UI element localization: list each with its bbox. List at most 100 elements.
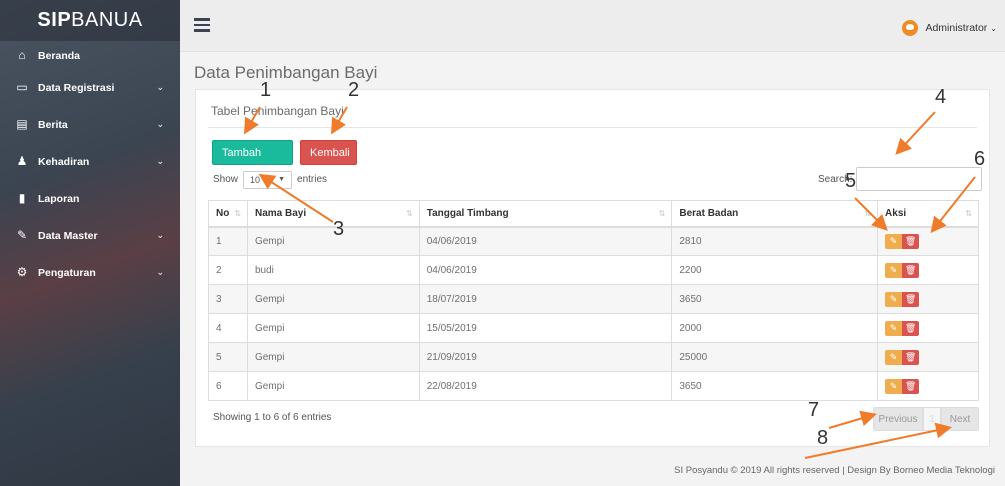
column-header-label: No (216, 207, 230, 219)
cell-no: 5 (208, 342, 248, 372)
edit-button[interactable]: ✎ (885, 349, 903, 365)
cell-berat-badan: 25000 (671, 342, 879, 372)
page-number-button[interactable]: 1 (923, 407, 941, 431)
brand-logo[interactable]: SIPBANUA (0, 0, 180, 41)
sidebar-item-pengaturan[interactable]: ⚙ Pengaturan ⌄ (0, 254, 180, 291)
cell-tanggal-timbang: 18/07/2019 (418, 284, 673, 314)
sidebar-menu: ⌂ Beranda ▭ Data Registrasi ⌄ ▤ Berita ⌄ ♟ Keh… (0, 41, 180, 291)
cell-nama-bayi: Gempi (246, 313, 420, 343)
back-button[interactable]: Kembali (300, 140, 357, 165)
avatar (902, 20, 919, 36)
users-icon: ♟ (16, 154, 28, 168)
gear-icon: ⚙ (16, 265, 28, 279)
trash-icon: 🗑 (904, 264, 917, 275)
column-header-label: Nama Bayi (254, 207, 307, 219)
delete-button[interactable]: 🗑 (902, 291, 920, 307)
edit-button[interactable]: ✎ (885, 320, 903, 336)
search-input[interactable] (856, 167, 983, 191)
sidebar-item-data-master[interactable]: ✎ Data Master ⌄ (0, 217, 180, 254)
cell-berat-badan: 2000 (671, 313, 879, 343)
cell-nama-bayi: Gempi (246, 371, 420, 401)
brand-rest: BANUA (71, 9, 143, 31)
sidebar-item-label: Data Registrasi (38, 82, 115, 94)
edit-button[interactable]: ✎ (885, 291, 903, 307)
cell-nama-bayi: budi (246, 255, 420, 285)
brand-bold: SIP (37, 9, 72, 31)
table-row: 1 Gempi 04/06/2019 2810 ✎ 🗑 (208, 226, 979, 256)
cell-no: 4 (208, 313, 248, 343)
sidebar-item-beranda[interactable]: ⌂ Beranda (0, 41, 180, 69)
entries-select[interactable]: 10 ▼ (243, 171, 293, 189)
table-row: 5 Gempi 21/09/2019 25000 ✎ 🗑 (208, 342, 979, 372)
cell-nama-bayi: Gempi (246, 284, 420, 314)
show-label: Show (213, 174, 239, 185)
trash-icon: 🗑 (904, 380, 917, 391)
trash-icon: 🗑 (904, 293, 917, 304)
sort-asc-icon: ⇅ (234, 209, 241, 218)
cell-no: 2 (208, 255, 248, 285)
chevron-down-icon: ⌄ (156, 82, 164, 92)
pencil-icon: ✎ (889, 322, 898, 333)
delete-button[interactable]: 🗑 (902, 233, 920, 249)
column-header-label: Tanggal Timbang (426, 207, 509, 219)
annotation-label-1: 1 (260, 79, 272, 101)
chevron-down-icon: ⌄ (156, 230, 164, 240)
delete-button[interactable]: 🗑 (902, 378, 920, 394)
sidebar-item-laporan[interactable]: ▮ Laporan (0, 180, 180, 217)
cell-tanggal-timbang: 04/06/2019 (418, 226, 673, 256)
delete-button[interactable]: 🗑 (902, 320, 920, 336)
user-name: Administrator (925, 22, 988, 34)
entries-label: entries (297, 174, 328, 185)
sidebar: SIPBANUA ⌂ Beranda ▭ Data Registrasi ⌄ ▤ Ber… (0, 0, 180, 486)
column-header-tanggal-timbang[interactable]: Tanggal Timbang ⇅ (418, 200, 673, 228)
sidebar-item-berita[interactable]: ▤ Berita ⌄ (0, 106, 180, 143)
edit-button[interactable]: ✎ (885, 378, 903, 394)
sort-icon: ⇅ (406, 209, 413, 218)
sidebar-item-label: Pengaturan (38, 267, 96, 279)
monitor-icon: ▭ (16, 80, 28, 94)
cell-berat-badan: 3650 (671, 371, 879, 401)
cell-tanggal-timbang: 22/08/2019 (418, 371, 673, 401)
pencil-icon: ✎ (889, 351, 898, 362)
chevron-down-icon: ⌄ (156, 119, 164, 129)
sidebar-item-kehadiran[interactable]: ♟ Kehadiran ⌄ (0, 143, 180, 180)
column-header-aksi[interactable]: Aksi ⇅ (877, 200, 979, 228)
add-data-button[interactable]: Tambah Data (212, 140, 293, 184)
newspaper-icon: ▤ (16, 117, 28, 131)
cell-no: 6 (208, 371, 248, 401)
cell-tanggal-timbang: 21/09/2019 (418, 342, 673, 372)
column-header-label: Berat Badan (679, 207, 739, 219)
data-table: No ⇅ Nama Bayi ⇅ Tanggal Timbang ⇅ Berat Ba… (208, 200, 979, 401)
cell-no: 1 (208, 226, 248, 256)
next-button[interactable]: Next (941, 407, 979, 431)
cell-berat-badan: 2200 (671, 255, 879, 285)
annotation-label-6: 6 (974, 148, 986, 170)
cell-no: 3 (208, 284, 248, 314)
table-row: 4 Gempi 15/05/2019 2000 ✎ 🗑 (208, 313, 979, 343)
chevron-down-icon: ⌄ (156, 267, 164, 277)
edit-button[interactable]: ✎ (885, 262, 903, 278)
user-menu[interactable]: Administrator ⌄ (902, 20, 997, 36)
panel-title: Tabel Penimbangan Bayi (211, 104, 344, 118)
cell-aksi: ✎ 🗑 (877, 342, 979, 372)
column-header-no[interactable]: No ⇅ (208, 200, 248, 228)
trash-icon: 🗑 (904, 351, 917, 362)
table-row: 2 budi 04/06/2019 2200 ✎ 🗑 (208, 255, 979, 285)
edit-button[interactable]: ✎ (885, 233, 903, 249)
previous-button[interactable]: Previous (873, 407, 923, 431)
delete-button[interactable]: 🗑 (902, 349, 920, 365)
pencil-icon: ✎ (889, 293, 898, 304)
pagination: Previous 1 Next (873, 407, 979, 431)
cell-aksi: ✎ 🗑 (877, 284, 979, 314)
pencil-icon: ✎ (889, 380, 898, 391)
cell-aksi: ✎ 🗑 (877, 255, 979, 285)
column-header-berat-badan[interactable]: Berat Badan ⇅ (671, 200, 879, 228)
sidebar-item-data-registrasi[interactable]: ▭ Data Registrasi ⌄ (0, 69, 180, 106)
menu-toggle-icon[interactable] (194, 18, 210, 32)
delete-button[interactable]: 🗑 (902, 262, 920, 278)
entries-length: Show 10 ▼ entries (213, 171, 327, 189)
cell-tanggal-timbang: 15/05/2019 (418, 313, 673, 343)
annotation-label-5: 5 (845, 170, 857, 192)
sidebar-item-label: Berita (38, 119, 68, 131)
trash-icon: 🗑 (904, 235, 917, 246)
